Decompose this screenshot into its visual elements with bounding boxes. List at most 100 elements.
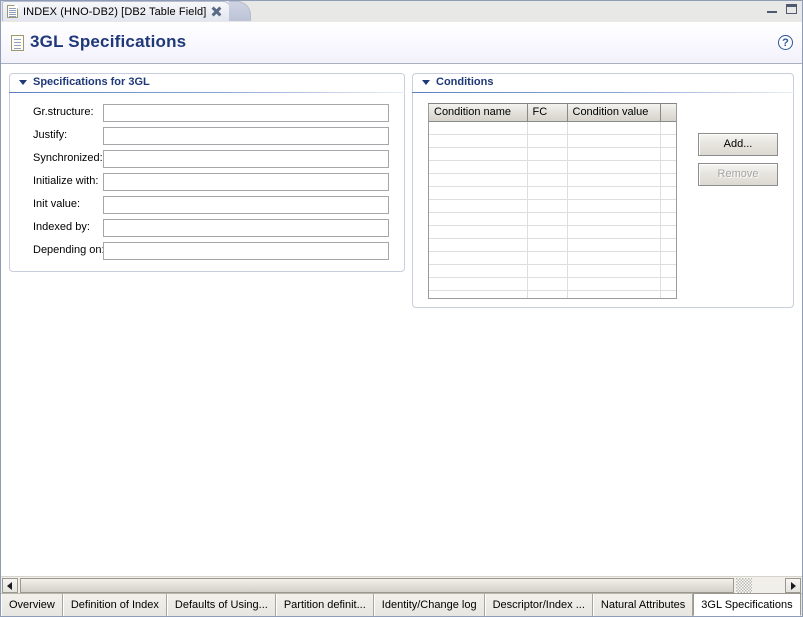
table-cell[interactable] — [429, 186, 527, 199]
table-row[interactable] — [429, 225, 676, 238]
input-depending-on[interactable] — [103, 242, 389, 260]
table-cell[interactable] — [527, 160, 567, 173]
section-header[interactable]: Conditions — [412, 73, 794, 91]
table-cell[interactable] — [527, 212, 567, 225]
table-row[interactable] — [429, 277, 676, 290]
table-cell[interactable] — [429, 147, 527, 160]
table-cell[interactable] — [527, 264, 567, 277]
table-cell[interactable] — [660, 212, 676, 225]
table-cell[interactable] — [660, 121, 676, 134]
help-icon[interactable]: ? — [778, 35, 793, 50]
table-cell[interactable] — [660, 134, 676, 147]
add-button[interactable]: Add... — [698, 133, 778, 156]
input-synchronized[interactable] — [103, 150, 389, 168]
input-initialize-with[interactable] — [103, 173, 389, 191]
table-cell[interactable] — [567, 212, 660, 225]
table-cell[interactable] — [527, 134, 567, 147]
table-cell[interactable] — [527, 277, 567, 290]
table-cell[interactable] — [527, 121, 567, 134]
horizontal-scrollbar[interactable] — [1, 576, 802, 593]
table-cell[interactable] — [567, 147, 660, 160]
bottom-tab-overview[interactable]: Overview — [1, 594, 63, 616]
scroll-right-icon[interactable] — [785, 578, 801, 593]
table-cell[interactable] — [567, 186, 660, 199]
table-cell[interactable] — [567, 121, 660, 134]
section-header[interactable]: Specifications for 3GL — [9, 73, 405, 91]
table-row[interactable] — [429, 238, 676, 251]
table-cell[interactable] — [660, 225, 676, 238]
bottom-tab-natural-attributes[interactable]: Natural Attributes — [593, 594, 693, 616]
table-cell[interactable] — [660, 173, 676, 186]
table-cell[interactable] — [527, 147, 567, 160]
table-cell[interactable] — [660, 264, 676, 277]
table-cell[interactable] — [567, 160, 660, 173]
scrollbar-thumb[interactable] — [20, 578, 734, 593]
maximize-icon[interactable] — [786, 4, 797, 14]
table-cell[interactable] — [567, 290, 660, 299]
table-cell[interactable] — [527, 173, 567, 186]
table-cell[interactable] — [567, 264, 660, 277]
table-row[interactable] — [429, 290, 676, 299]
table-cell[interactable] — [567, 225, 660, 238]
bottom-tab-3gl-specifications[interactable]: 3GL Specifications — [693, 593, 800, 616]
table-row[interactable] — [429, 147, 676, 160]
table-cell[interactable] — [429, 212, 527, 225]
minimize-icon[interactable] — [767, 4, 777, 13]
table-cell[interactable] — [660, 290, 676, 299]
table-cell[interactable] — [527, 186, 567, 199]
table-cell[interactable] — [527, 199, 567, 212]
table-cell[interactable] — [660, 238, 676, 251]
table-cell[interactable] — [567, 199, 660, 212]
table-cell[interactable] — [429, 225, 527, 238]
input-justify[interactable] — [103, 127, 389, 145]
table-cell[interactable] — [429, 290, 527, 299]
bottom-tab-descriptor-index[interactable]: Descriptor/Index ... — [485, 594, 593, 616]
table-row[interactable] — [429, 264, 676, 277]
table-row[interactable] — [429, 186, 676, 199]
close-icon[interactable] — [211, 6, 222, 17]
table-cell[interactable] — [660, 160, 676, 173]
table-cell[interactable] — [429, 264, 527, 277]
table-cell[interactable] — [660, 199, 676, 212]
collapse-triangle-icon[interactable] — [422, 80, 430, 85]
table-row[interactable] — [429, 160, 676, 173]
table-cell[interactable] — [567, 134, 660, 147]
table-cell[interactable] — [429, 121, 527, 134]
table-row[interactable] — [429, 251, 676, 264]
bottom-tab-partition-definit[interactable]: Partition definit... — [276, 594, 374, 616]
table-cell[interactable] — [527, 238, 567, 251]
bottom-tab-identity-change-log[interactable]: Identity/Change log — [374, 594, 485, 616]
table-cell[interactable] — [429, 238, 527, 251]
table-cell[interactable] — [429, 251, 527, 264]
table-cell[interactable] — [429, 277, 527, 290]
table-cell[interactable] — [429, 160, 527, 173]
table-row[interactable] — [429, 134, 676, 147]
table-row[interactable] — [429, 121, 676, 134]
input-gr-structure[interactable] — [103, 104, 389, 122]
bottom-tab-definition-of-index[interactable]: Definition of Index — [63, 594, 167, 616]
bottom-tab-defaults-of-using[interactable]: Defaults of Using... — [167, 594, 276, 616]
conditions-table[interactable]: Condition nameFCCondition value — [428, 103, 677, 299]
table-cell[interactable] — [429, 134, 527, 147]
table-cell[interactable] — [660, 251, 676, 264]
column-header-3[interactable] — [660, 104, 676, 121]
table-cell[interactable] — [567, 277, 660, 290]
collapse-triangle-icon[interactable] — [19, 80, 27, 85]
table-cell[interactable] — [527, 225, 567, 238]
input-indexed-by[interactable] — [103, 219, 389, 237]
table-cell[interactable] — [660, 147, 676, 160]
table-row[interactable] — [429, 199, 676, 212]
column-header-1[interactable]: FC — [527, 104, 567, 121]
table-cell[interactable] — [567, 251, 660, 264]
column-header-2[interactable]: Condition value — [567, 104, 660, 121]
table-row[interactable] — [429, 212, 676, 225]
table-cell[interactable] — [567, 238, 660, 251]
table-cell[interactable] — [527, 251, 567, 264]
table-cell[interactable] — [527, 290, 567, 299]
table-cell[interactable] — [429, 173, 527, 186]
scroll-left-icon[interactable] — [2, 578, 18, 593]
editor-tab-index-db2-table-field[interactable]: INDEX (HNO-DB2) [DB2 Table Field] — [2, 1, 231, 21]
table-row[interactable] — [429, 173, 676, 186]
table-cell[interactable] — [567, 173, 660, 186]
resize-grip[interactable] — [736, 578, 752, 593]
